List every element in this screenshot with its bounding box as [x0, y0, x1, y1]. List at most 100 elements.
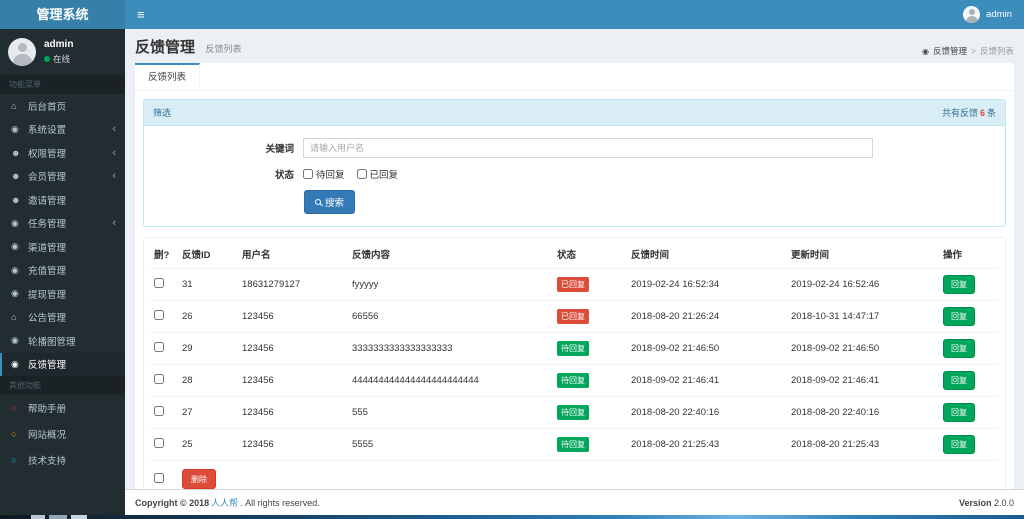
reply-button[interactable]: 回复 [943, 403, 975, 422]
row-checkbox[interactable] [154, 406, 164, 416]
sidebar-item-tech-support[interactable]: ○ 技术支持 [0, 447, 125, 473]
navbar: ≡ admin [125, 0, 1024, 29]
company-link[interactable]: 人人帮 [211, 498, 238, 508]
feedback-table: 删? 反馈ID 用户名 反馈内容 状态 反馈时间 更新时间 操作 31 1863… [150, 240, 999, 489]
bulk-delete-row: 删除 [150, 461, 999, 489]
sidebar-item-members[interactable]: ☻ 会员管理 ‹ [0, 165, 125, 189]
sidebar-item-system-settings[interactable]: ◉ 系统设置 ‹ [0, 118, 125, 142]
footer: Copyright © 2018 人人帮. All rights reserved… [125, 489, 1024, 515]
table-row: 29 123456 3333333333333333333 待回复 2018-0… [150, 332, 999, 365]
chevron-left-icon: ‹ [112, 146, 116, 159]
dashboard-icon: ◉ [11, 264, 19, 275]
table-row: 28 123456 444444444444444444444444 待回复 2… [150, 364, 999, 397]
keyword-label: 关键词 [265, 144, 294, 155]
pending-checkbox[interactable] [303, 169, 313, 179]
cell-content: 5555 [348, 428, 553, 461]
sidebar-section-other: 其他功能 [0, 376, 125, 395]
sidebar-item-announcements[interactable]: ⌂ 公告管理 [0, 306, 125, 330]
users-icon: ☻ [11, 147, 21, 158]
sidebar-item-home[interactable]: ⌂ 后台首页 [0, 94, 125, 118]
row-checkbox[interactable] [154, 278, 164, 288]
dashboard-icon: ◉ [11, 217, 19, 228]
taskbar-item [71, 515, 87, 519]
select-all-checkbox[interactable] [154, 472, 164, 483]
row-checkbox[interactable] [154, 342, 164, 352]
cell-feedback-time: 2018-08-20 21:25:43 [627, 428, 787, 461]
cell-username: 18631279127 [238, 268, 348, 301]
sidebar-item-permissions[interactable]: ☻ 权限管理 ‹ [0, 141, 125, 165]
reply-button[interactable]: 回复 [943, 275, 975, 294]
dashboard-icon: ◉ [11, 123, 19, 134]
table-header-row: 删? 反馈ID 用户名 反馈内容 状态 反馈时间 更新时间 操作 [150, 240, 999, 269]
sidebar-item-feedback[interactable]: ◉ 反馈管理 [0, 352, 125, 376]
home-icon: ⌂ [11, 100, 17, 111]
status-badge: 待回复 [557, 405, 589, 420]
user-menu[interactable]: admin [951, 0, 1024, 29]
cell-content: 555 [348, 396, 553, 429]
cell-feedback-id: 29 [178, 332, 238, 365]
dashboard-icon: ◉ [11, 358, 19, 369]
content-header: 反馈管理 反馈列表 ◉ 反馈管理 > 反馈列表 [125, 29, 1024, 63]
tab-feedback-list[interactable]: 反馈列表 [135, 63, 201, 90]
sidebar-item-invitations[interactable]: ☻ 邀请管理 [0, 188, 125, 212]
cell-update-time: 2018-08-20 22:40:16 [787, 396, 939, 429]
sidebar-user-panel: admin 在线 [0, 29, 125, 75]
filter-panel: 筛选 共有反馈6条 关键词 状态 [143, 99, 1006, 227]
reply-button[interactable]: 回复 [943, 307, 975, 326]
cell-feedback-time: 2018-09-02 21:46:50 [627, 332, 787, 365]
user-avatar-icon [963, 6, 981, 23]
dashboard-icon: ◉ [11, 335, 19, 346]
page-subtitle: 反馈列表 [205, 44, 242, 54]
breadcrumb-root[interactable]: 反馈管理 [933, 45, 967, 57]
status-badge: 待回复 [557, 341, 589, 356]
app-brand: 管理系统 [0, 0, 125, 29]
cell-update-time: 2018-10-31 14:47:17 [787, 300, 939, 333]
status-badge: 待回复 [557, 373, 589, 388]
reply-button[interactable]: 回复 [943, 435, 975, 454]
reply-button[interactable]: 回复 [943, 339, 975, 358]
sidebar-item-help-manual[interactable]: ○ 帮助手册 [0, 395, 125, 421]
row-checkbox[interactable] [154, 374, 164, 384]
sidebar-item-channels[interactable]: ◉ 渠道管理 [0, 235, 125, 259]
cell-username: 123456 [238, 332, 348, 365]
cell-content: 444444444444444444444444 [348, 364, 553, 397]
sidebar-item-banners[interactable]: ◉ 轮播图管理 [0, 329, 125, 353]
sidebar-item-tasks[interactable]: ◉ 任务管理 ‹ [0, 212, 125, 236]
status-option-replied[interactable]: 已回复 [356, 167, 398, 181]
col-content: 反馈内容 [348, 240, 553, 269]
taskbar-edge [0, 515, 1024, 519]
row-checkbox[interactable] [154, 310, 164, 320]
cell-content: fyyyyy [348, 268, 553, 301]
avatar [8, 38, 36, 66]
reply-button[interactable]: 回复 [943, 371, 975, 390]
replied-checkbox[interactable] [356, 169, 367, 179]
sidebar-item-recharge[interactable]: ◉ 充值管理 [0, 259, 125, 283]
keyword-input[interactable] [303, 138, 873, 158]
row-checkbox[interactable] [154, 438, 164, 448]
dashboard-icon: ◉ [922, 46, 929, 56]
table-row: 27 123456 555 待回复 2018-08-20 22:40:16 20… [150, 396, 999, 429]
sidebar-user-status: 在线 [44, 53, 73, 65]
tab-box: 反馈列表 筛选 共有反馈6条 关键词 状态 [135, 63, 1014, 489]
online-dot-icon [44, 56, 50, 62]
cell-username: 123456 [238, 300, 348, 333]
filter-panel-header: 筛选 共有反馈 6 条 [144, 100, 1005, 126]
cell-username: 123456 [238, 396, 348, 429]
feedback-table-panel: 删? 反馈ID 用户名 反馈内容 状态 反馈时间 更新时间 操作 31 1863… [143, 237, 1006, 489]
content-area: 反馈管理 反馈列表 ◉ 反馈管理 > 反馈列表 反馈列表 筛选 共有反馈6条 [125, 29, 1024, 489]
search-button[interactable]: 搜索 [304, 190, 356, 214]
page-title: 反馈管理 [135, 39, 196, 56]
sidebar-item-withdrawals[interactable]: ◉ 提现管理 [0, 282, 125, 306]
tab-content: 筛选 共有反馈6条 关键词 状态 [135, 91, 1014, 489]
circle-o-icon: ○ [11, 429, 17, 439]
status-option-pending[interactable]: 待回复 [303, 167, 345, 181]
cell-update-time: 2018-08-20 21:25:43 [787, 428, 939, 461]
delete-button[interactable]: 删除 [182, 469, 216, 489]
home-icon: ⌂ [11, 312, 17, 323]
feedback-count: 共有反馈 6 条 [941, 108, 996, 118]
footer-copyright: Copyright © 2018 人人帮. All rights reserved… [135, 498, 320, 508]
users-icon: ☻ [11, 194, 21, 205]
sidebar-toggle-hamburger-icon[interactable]: ≡ [125, 0, 157, 29]
sidebar-item-site-overview[interactable]: ○ 网站概况 [0, 421, 125, 447]
tab-bar: 反馈列表 [135, 63, 1014, 91]
